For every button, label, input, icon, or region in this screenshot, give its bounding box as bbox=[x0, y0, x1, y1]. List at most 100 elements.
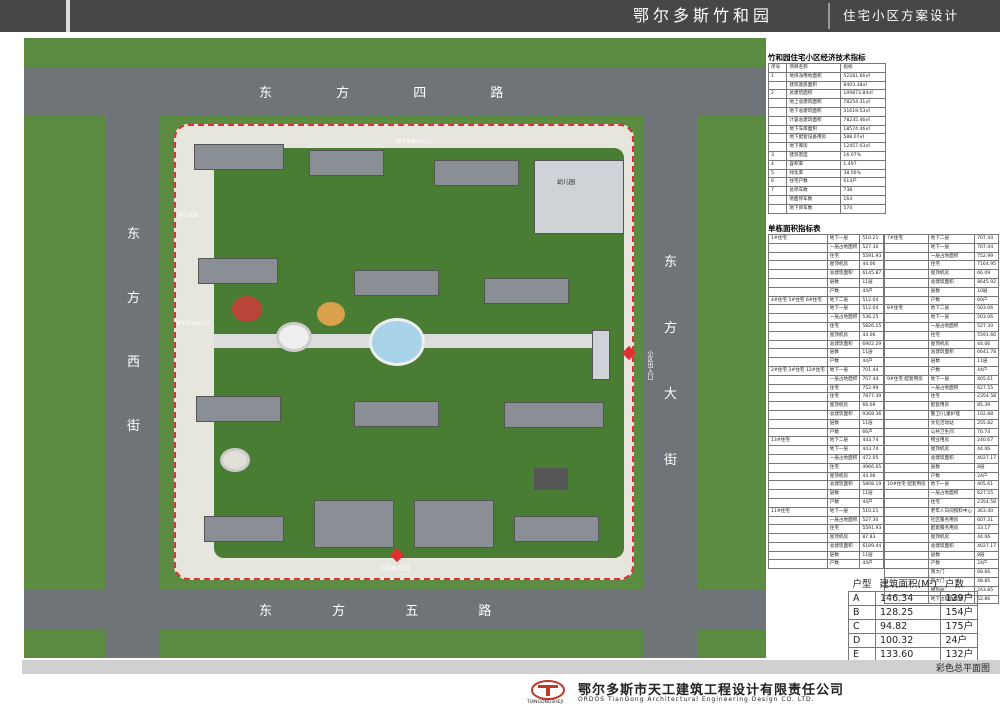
unit-type-cell: B bbox=[847, 605, 877, 620]
unit-right-cell: 4027.17 bbox=[974, 541, 1000, 552]
building bbox=[194, 144, 284, 170]
unit-right-cell bbox=[884, 365, 929, 376]
unit-left-row: 一层占地面积 527.30 bbox=[768, 242, 885, 253]
unit-right-cell: 配套服务用房 bbox=[927, 524, 976, 535]
unit-right-cell: 总建筑面积 bbox=[927, 453, 976, 464]
unit-right-cell: 44.06 bbox=[974, 445, 1000, 455]
unit-left-cell: 2#住宅 3#住宅 12#住宅 bbox=[768, 365, 828, 376]
econ-row: 计容总建筑面积 78235.46㎡ bbox=[767, 115, 886, 126]
unit-left-row: 住宅 752.99 bbox=[768, 383, 885, 394]
playground bbox=[232, 296, 262, 322]
unit-right-row: 配套服务用房 33.17 bbox=[884, 524, 1000, 535]
unit-left-cell: 66户 bbox=[859, 427, 885, 438]
unit-left-cell: 510.21 bbox=[859, 234, 885, 244]
unit-right-row: 总建筑面积 8645.92 bbox=[884, 277, 1000, 288]
unit-left-cell: 地下一层 bbox=[826, 445, 861, 455]
econ-cell: 容积率 bbox=[786, 159, 842, 170]
unit-right-row: 总建筑面积 4027.17 bbox=[884, 453, 1000, 464]
building bbox=[484, 278, 569, 304]
garage-entrance-label: 地下车库出入口 bbox=[176, 321, 212, 327]
unit-right-cell: 屋顶机房 bbox=[927, 269, 976, 279]
unit-left-cell bbox=[768, 524, 828, 535]
unit-right-cell: 85.39 bbox=[974, 401, 1000, 411]
unit-left-cell: 层数 bbox=[826, 550, 861, 561]
unit-right-row: 屋顶机房 44.06 bbox=[884, 533, 1000, 543]
unit-right-cell: 240.67 bbox=[974, 436, 1000, 447]
econ-cell bbox=[767, 106, 788, 117]
econ-table: 序号 项目名称 指标 1 地块净用地面积 52281.66㎡ 建筑基底面积 8403.38㎡ 2… bbox=[767, 63, 886, 214]
unit-right-row: 一层占地面积 627.55 bbox=[884, 383, 1000, 394]
unit-left-cell: 7877.39 bbox=[859, 392, 885, 403]
unit-right-row: 层数 8层 bbox=[884, 462, 1000, 473]
unit-right-cell: 405.61 bbox=[974, 374, 1000, 385]
road-label-east: 东 方 大 街 bbox=[664, 255, 678, 468]
unit-left-row: 11#住宅 地下一层 510.21 bbox=[768, 506, 885, 517]
unit-right-cell: 527.30 bbox=[974, 321, 1000, 332]
unit-right-cell: 7#住宅 bbox=[884, 234, 929, 244]
econ-row: 地面停车数 164 bbox=[767, 194, 886, 205]
econ-cell: 12457.03㎡ bbox=[840, 142, 886, 152]
econ-cell: 164 bbox=[840, 194, 886, 205]
econ-cell: 78235.46㎡ bbox=[840, 115, 886, 126]
unit-type-row: D 100.32 24户 bbox=[847, 633, 979, 648]
unit-left-cell bbox=[768, 453, 828, 464]
building bbox=[504, 402, 604, 428]
unit-right-cell: 44.06 bbox=[974, 533, 1000, 543]
unit-right-cell bbox=[884, 506, 929, 517]
unit-right-cell: 屋顶机房 bbox=[927, 445, 976, 455]
unit-right-cell bbox=[884, 550, 929, 561]
unit-right-cell: 老年人日间照料中心 bbox=[927, 506, 976, 517]
unit-right-cell: 11层 bbox=[974, 357, 1000, 367]
econ-cell: 38.56% bbox=[840, 168, 886, 179]
econ-cell: 574 bbox=[840, 203, 886, 214]
project-subtitle: 住宅小区方案设计 bbox=[843, 8, 960, 23]
unit-left-cell: 11层 bbox=[859, 550, 885, 561]
econ-row: 地下停车数 574 bbox=[767, 203, 886, 214]
unit-left-cell: 11层 bbox=[859, 348, 885, 359]
unit-left-cell: 层数 bbox=[826, 277, 861, 288]
road-label-north: 东 方 四 路 bbox=[259, 86, 534, 101]
unit-left-row: 总建筑面积 9368.36 bbox=[768, 409, 885, 420]
unit-right-cell: 68.66 bbox=[974, 568, 1000, 579]
econ-cell: 16.07% bbox=[840, 150, 886, 161]
central-plaza bbox=[369, 318, 425, 366]
unit-left-cell bbox=[768, 497, 828, 508]
unit-left-cell bbox=[768, 401, 828, 411]
unit-left-row: 总建筑面积 6145.87 bbox=[768, 269, 885, 279]
unit-left-row: 层数 11层 bbox=[768, 550, 885, 561]
unit-left-cell: 地下二层 bbox=[826, 436, 861, 447]
unit-left-cell bbox=[768, 392, 828, 403]
unit-left-cell: 44.06 bbox=[859, 471, 885, 482]
unit-right-cell: 607.31 bbox=[974, 515, 1000, 526]
unit-left-row: 4#住宅 5#住宅 6#住宅 地下二层 512.04 bbox=[768, 295, 885, 306]
unit-left-cell bbox=[768, 541, 828, 552]
unit-left-cell: 5591.93 bbox=[859, 251, 885, 262]
unit-right-cell bbox=[884, 339, 929, 350]
unit-left-cell: 户数 bbox=[826, 286, 861, 297]
unit-left-cell bbox=[768, 471, 828, 482]
unit-right-cell bbox=[884, 445, 929, 455]
unit-right-cell bbox=[884, 515, 929, 526]
unit-right-cell: 2354.58 bbox=[974, 497, 1000, 508]
unit-left-cell bbox=[768, 277, 828, 288]
unit-left-row: 住宅 5591.93 bbox=[768, 524, 885, 535]
unit-left-cell: 11层 bbox=[859, 277, 885, 288]
econ-cell: 1 bbox=[767, 71, 788, 82]
unit-right-cell: 24户 bbox=[974, 471, 1000, 482]
econ-cell: 计容总建筑面积 bbox=[786, 115, 842, 126]
unit-table-left: 1#住宅 地下一层 510.21 一层占地面积 527.30 住宅 5591.93 屋顶机房 4… bbox=[768, 234, 885, 570]
unit-right-cell: 户数 bbox=[927, 365, 976, 376]
unit-right-cell bbox=[884, 392, 929, 403]
econ-cell: 7 bbox=[767, 186, 788, 196]
econ-row: 1 地块净用地面积 52281.66㎡ bbox=[767, 71, 886, 82]
unit-type-cell: 154户 bbox=[940, 605, 979, 620]
unit-left-cell: 44.06 bbox=[859, 260, 885, 271]
header-divider bbox=[66, 0, 70, 32]
unit-right-cell: 255.82 bbox=[974, 418, 1000, 429]
unit-type-cell: 128.25 bbox=[875, 605, 942, 620]
unit-left-cell bbox=[768, 260, 828, 271]
econ-cell bbox=[767, 203, 788, 214]
unit-left-cell: 6145.87 bbox=[859, 269, 885, 279]
econ-row: 4 容积率 1.497 bbox=[767, 159, 886, 170]
unit-right-cell: 6641.78 bbox=[974, 348, 1000, 359]
